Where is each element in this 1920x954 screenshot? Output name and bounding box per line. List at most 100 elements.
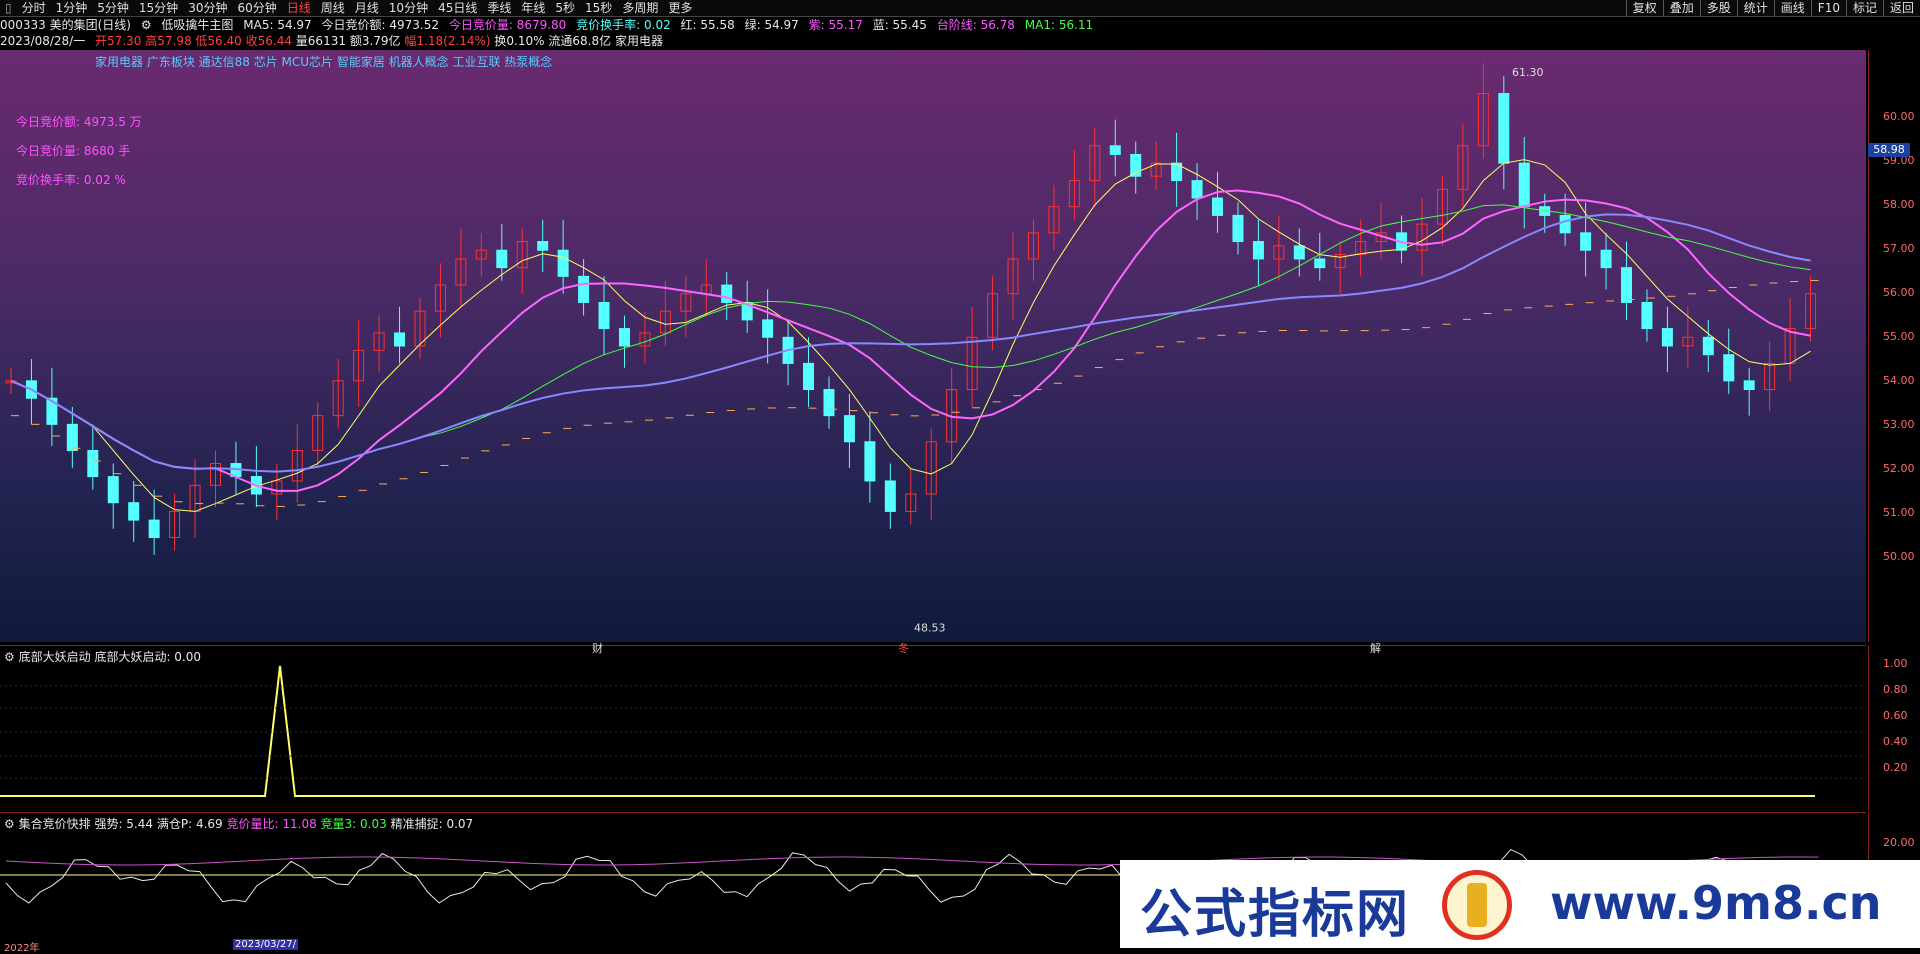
date-cursor-label: 2023/03/27/: [233, 939, 299, 950]
candle: [1068, 150, 1080, 220]
period-tab[interactable]: 15分钟: [134, 0, 183, 16]
panel1-tick: 0.80: [1883, 683, 1908, 696]
candle: [966, 306, 978, 407]
candle: [1048, 184, 1060, 251]
candle: [1273, 215, 1285, 281]
site-watermark: 公式指标网 www.9m8.cn: [1120, 860, 1920, 948]
price-tick: 60.00: [1883, 110, 1915, 123]
turnover: 竞价换手率: 0.02: [576, 18, 671, 32]
candle: [250, 446, 262, 508]
candle: [1232, 202, 1244, 255]
candle: [618, 315, 630, 368]
candle: [373, 315, 385, 373]
period-tab[interactable]: 月线: [350, 0, 384, 16]
candle: [353, 319, 365, 407]
toolbar-button[interactable]: 画线: [1773, 0, 1811, 16]
candle: [884, 463, 896, 529]
price-tick: 56.00: [1883, 286, 1915, 299]
panel2-title: ⚙ 集合竞价快排 强势: 5.44 满仓P: 4.69 竞价量比: 11.08 …: [4, 817, 474, 831]
candle: [1764, 341, 1776, 412]
toolbar-button[interactable]: F10: [1810, 0, 1846, 16]
today-amount: 今日竞价额: 4973.52: [321, 18, 439, 32]
low-label: 48.53: [914, 622, 946, 635]
period-tab[interactable]: 45日线: [433, 0, 482, 16]
price-axis: 60.00 59.00 58.00 57.00 56.00 55.00 54.00 53.00…: [1868, 50, 1920, 642]
green-line: 绿: 54.97: [744, 18, 799, 32]
toolbar-button[interactable]: 叠加: [1662, 0, 1700, 16]
settings-icon[interactable]: ⚙: [141, 18, 152, 32]
candle: [332, 359, 344, 429]
candle: [1457, 124, 1469, 207]
price-tick: 55.00: [1883, 330, 1915, 343]
period-tab[interactable]: 日线: [282, 0, 316, 16]
period-tab[interactable]: 年线: [516, 0, 550, 16]
panel2-strength: 强势: 5.44: [94, 817, 154, 831]
panel-collapse-icon[interactable]: ⚙: [4, 817, 15, 831]
period-tab[interactable]: 季线: [482, 0, 516, 16]
quote-vol: 量66131: [295, 34, 346, 48]
period-tab[interactable]: 15秒: [580, 0, 617, 16]
price-tick: 54.00: [1883, 374, 1915, 387]
candle: [659, 280, 671, 346]
marker-jie: 解: [1370, 642, 1381, 655]
candle: [1007, 232, 1019, 320]
blue-line: 蓝: 55.45: [872, 18, 927, 32]
right-toolbar: 复权 叠加 多股 统计 画线 F10 标记 返回: [1625, 0, 1920, 16]
panel1-axis: 1.00 0.80 0.60 0.40 0.20: [1868, 645, 1920, 810]
period-tab[interactable]: 5秒: [550, 0, 580, 16]
candle: [189, 459, 201, 538]
candle: [700, 258, 712, 316]
candle: [312, 402, 324, 468]
period-tab[interactable]: 10分钟: [384, 0, 433, 16]
period-tab[interactable]: 多周期: [617, 0, 663, 16]
toolbar-button[interactable]: 返回: [1882, 0, 1920, 16]
quote-change: 幅1.18(2.14%): [404, 34, 491, 48]
marker-cai: 财: [592, 642, 603, 655]
period-tab[interactable]: 分时: [17, 0, 51, 16]
panel1-title: ⚙ 底部大妖启动 底部大妖启动: 0.00: [4, 650, 202, 664]
indicator-name[interactable]: 低吸擒牛主图: [161, 18, 233, 32]
panel1-value: 底部大妖启动: 0.00: [94, 650, 202, 664]
toolbar-button[interactable]: 多股: [1699, 0, 1737, 16]
price-tick: 52.00: [1883, 462, 1915, 475]
price-tick: 57.00: [1883, 242, 1915, 255]
purple-line: 紫: 55.17: [808, 18, 863, 32]
period-tab[interactable]: 周线: [316, 0, 350, 16]
candle: [1334, 241, 1346, 294]
panel2-tick: 20.00: [1883, 836, 1915, 849]
ma-line: [10, 204, 1811, 473]
candle: [1293, 228, 1305, 277]
bottom-monster-panel[interactable]: ⚙ 底部大妖启动 底部大妖启动: 0.00: [0, 645, 1866, 811]
period-tab[interactable]: 5分钟: [92, 0, 134, 16]
price-tick: 53.00: [1883, 418, 1915, 431]
period-tabs: 分时 1分钟 5分钟 15分钟 30分钟 60分钟 日线 周线 月线 10分钟 45日线 季线 年线 5秒…: [17, 0, 698, 16]
main-kline-chart[interactable]: 61.30 48.53: [0, 50, 1866, 642]
toolbar-button[interactable]: 复权: [1625, 0, 1663, 16]
candle: [434, 263, 446, 338]
candle: [680, 276, 692, 338]
watermark-text: 公式指标网: [1140, 885, 1411, 945]
concept-tags: 家用电器 广东板块 通达信88 芯片 MCU芯片 智能家居 机器人概念 工业互联…: [95, 55, 553, 69]
period-tab[interactable]: 60分钟: [232, 0, 281, 16]
panel1-tick: 0.20: [1883, 761, 1908, 774]
quote-industry: 家用电器: [614, 34, 663, 48]
period-tab[interactable]: 30分钟: [183, 0, 232, 16]
candle: [905, 467, 917, 525]
panel2-full: 满仓P: 4.69: [156, 817, 223, 831]
price-tick: 58.00: [1883, 198, 1915, 211]
menu-icon[interactable]: ▯: [0, 0, 17, 16]
toolbar-button[interactable]: 统计: [1736, 0, 1774, 16]
period-tab[interactable]: 1分钟: [51, 0, 93, 16]
candle: [843, 393, 855, 468]
quote-float: 流通68.8亿: [548, 34, 612, 48]
stat-turnover: 竞价换手率: 0.02 %: [16, 173, 126, 187]
quote-amount: 额3.79亿: [349, 34, 401, 48]
watermark-url: www.9m8.cn: [1550, 876, 1882, 930]
toolbar-button[interactable]: 标记: [1845, 0, 1883, 16]
stock-name: 000333 美的集团(日线): [0, 18, 131, 32]
panel-collapse-icon[interactable]: ⚙: [4, 650, 15, 664]
panel1-svg: [0, 665, 1866, 797]
step-line: 台阶线: 56.78: [936, 18, 1015, 32]
period-tab[interactable]: 更多: [663, 0, 697, 16]
ma-line: [10, 189, 1811, 492]
